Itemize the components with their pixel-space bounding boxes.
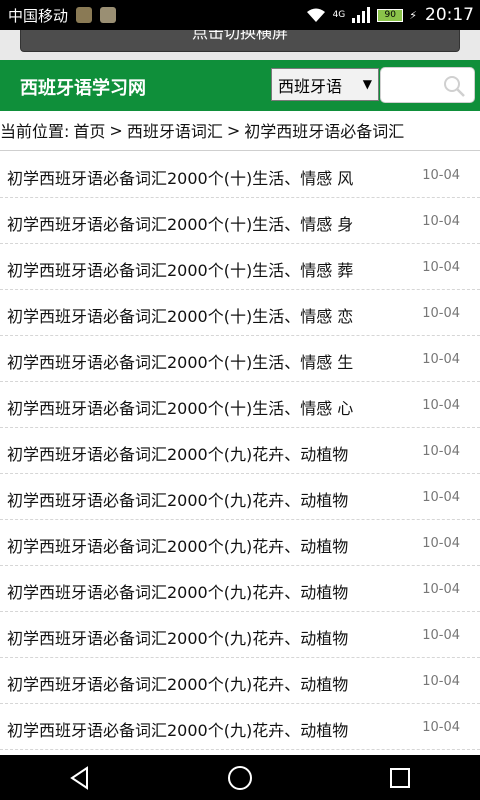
article-date: 10-04 <box>422 352 460 367</box>
battery-icon: 90 <box>377 8 404 22</box>
recents-button[interactable] <box>382 760 418 796</box>
site-title[interactable]: 西班牙语学习网 <box>20 74 146 100</box>
article-date: 10-04 <box>422 214 460 229</box>
status-bar: 中国移动 4G 90 ⚡ 20:17 <box>0 0 480 30</box>
article-title[interactable]: 初学西班牙语必备词汇2000个(十)生活、情感 葬 <box>7 257 407 281</box>
carrier-name: 中国移动 <box>8 6 69 25</box>
divider <box>0 150 480 151</box>
article-title[interactable]: 初学西班牙语必备词汇2000个(九)花卉、动植物 <box>7 441 407 465</box>
article-title[interactable]: 初学西班牙语必备词汇2000个(九)花卉、动植物 <box>7 671 407 695</box>
breadcrumb-home[interactable]: 首页 <box>73 118 105 142</box>
list-item[interactable]: 初学西班牙语必备词汇2000个(九)花卉、动植物 10-04 <box>0 658 480 704</box>
gallery-notification-icon <box>100 7 117 23</box>
list-item[interactable]: 初学西班牙语必备词汇2000个(九)花卉、动植物 10-04 <box>0 474 480 520</box>
search-icon[interactable] <box>442 74 466 98</box>
list-item[interactable]: 初学西班牙语必备词汇2000个(九)花卉、动植物 10-04 <box>0 704 480 750</box>
list-item[interactable]: 初学西班牙语必备词汇2000个(九)花卉、动植物 10-04 <box>0 520 480 566</box>
landscape-toggle-button[interactable]: 点击切换横屏 <box>20 30 460 52</box>
breadcrumb-separator: > <box>109 120 123 140</box>
article-date: 10-04 <box>422 490 460 505</box>
app-notification-icon <box>76 7 93 23</box>
home-button[interactable] <box>222 760 258 796</box>
landscape-bar: 点击切换横屏 <box>0 30 480 60</box>
back-button[interactable] <box>62 760 98 796</box>
breadcrumb-separator: > <box>226 120 241 140</box>
article-date: 10-04 <box>422 628 460 643</box>
article-title[interactable]: 初学西班牙语必备词汇2000个(十)生活、情感 恋 <box>7 303 407 327</box>
article-date: 10-04 <box>422 168 460 183</box>
battery-level: 90 <box>384 10 396 20</box>
language-select-value: 西班牙语 <box>278 76 343 96</box>
navigation-bar <box>0 755 480 800</box>
list-item[interactable]: 初学西班牙语必备词汇2000个(九)花卉、动植物 10-04 <box>0 428 480 474</box>
article-date: 10-04 <box>422 674 460 689</box>
breadcrumb-prefix: 当前位置: <box>0 122 70 141</box>
dropdown-arrow-icon: ▼ <box>362 77 372 91</box>
back-icon <box>70 765 88 790</box>
article-date: 10-04 <box>422 444 460 459</box>
article-title[interactable]: 初学西班牙语必备词汇2000个(九)花卉、动植物 <box>7 625 407 649</box>
article-title[interactable]: 初学西班牙语必备词汇2000个(十)生活、情感 风 <box>7 165 407 189</box>
article-title[interactable]: 初学西班牙语必备词汇2000个(九)花卉、动植物 <box>7 533 407 557</box>
article-date: 10-04 <box>422 398 460 413</box>
article-date: 10-04 <box>422 536 460 551</box>
article-date: 10-04 <box>422 260 460 275</box>
list-item[interactable]: 初学西班牙语必备词汇2000个(九)花卉、动植物 10-04 <box>0 612 480 658</box>
article-date: 10-04 <box>422 582 460 597</box>
article-list: 初学西班牙语必备词汇2000个(十)生活、情感 风 10-04 初学西班牙语必备… <box>0 152 480 755</box>
breadcrumb-current[interactable]: 初学西班牙语必备词汇 <box>244 118 404 142</box>
list-item[interactable]: 初学西班牙语必备词汇2000个(十)生活、情感 身 10-04 <box>0 198 480 244</box>
article-title[interactable]: 初学西班牙语必备词汇2000个(十)生活、情感 身 <box>7 211 407 235</box>
article-title[interactable]: 初学西班牙语必备词汇2000个(九)花卉、动植物 <box>7 487 407 511</box>
list-item[interactable]: 初学西班牙语必备词汇2000个(十)生活、情感 生 10-04 <box>0 336 480 382</box>
clock: 20:17 <box>425 5 474 25</box>
network-type: 4G <box>332 10 346 20</box>
list-item[interactable]: 初学西班牙语必备词汇2000个(十)生活、情感 葬 10-04 <box>0 244 480 290</box>
article-title[interactable]: 初学西班牙语必备词汇2000个(九)花卉、动植物 <box>7 579 407 603</box>
article-title[interactable]: 初学西班牙语必备词汇2000个(十)生活、情感 心 <box>7 395 407 419</box>
site-header: 西班牙语学习网 西班牙语 ▼ <box>0 60 480 111</box>
article-date: 10-04 <box>422 720 460 735</box>
landscape-toggle-label: 点击切换横屏 <box>191 30 288 42</box>
list-item[interactable]: 初学西班牙语必备词汇2000个(十)生活、情感 风 10-04 <box>0 152 480 198</box>
breadcrumb-vocabulary[interactable]: 西班牙语词汇 <box>127 118 223 142</box>
recents-icon <box>390 767 410 788</box>
charging-icon: ⚡ <box>409 8 417 22</box>
article-title[interactable]: 初学西班牙语必备词汇2000个(九)花卉、动植物 <box>7 717 407 741</box>
list-item[interactable]: 初学西班牙语必备词汇2000个(九)花卉、动植物 10-04 <box>0 566 480 612</box>
wifi-icon <box>306 8 325 22</box>
home-icon <box>228 765 252 790</box>
language-select[interactable]: 西班牙语 ▼ <box>271 68 379 101</box>
article-title[interactable]: 初学西班牙语必备词汇2000个(十)生活、情感 生 <box>7 349 407 373</box>
list-item[interactable]: 初学西班牙语必备词汇2000个(十)生活、情感 恋 10-04 <box>0 290 480 336</box>
list-item[interactable]: 初学西班牙语必备词汇2000个(十)生活、情感 心 10-04 <box>0 382 480 428</box>
breadcrumb: 当前位置: 首页 > 西班牙语词汇 > 初学西班牙语必备词汇 <box>0 111 480 149</box>
article-date: 10-04 <box>422 306 460 321</box>
signal-icon <box>352 7 371 23</box>
search-input[interactable] <box>380 67 475 103</box>
status-indicators: 4G 90 ⚡ 20:17 <box>299 5 474 25</box>
